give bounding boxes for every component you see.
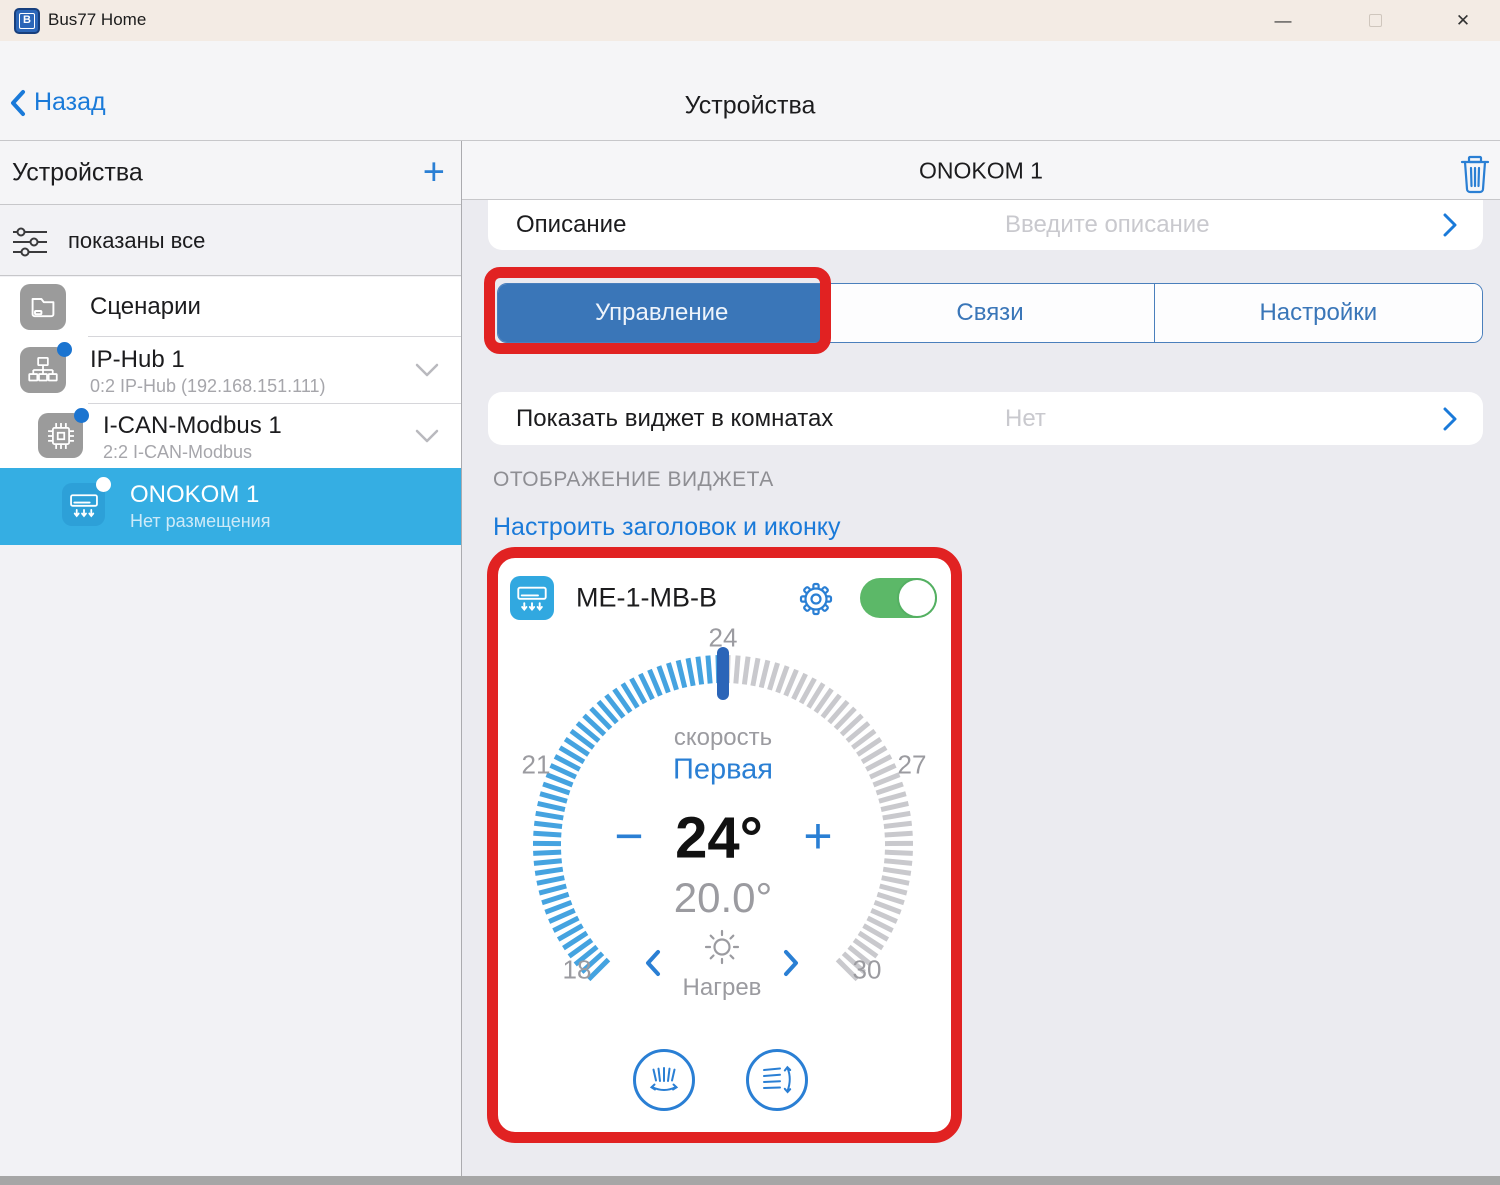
current-temperature: 20.0° [674,874,773,922]
filter-row[interactable]: показаны все [0,206,461,276]
gear-icon[interactable] [797,580,835,618]
folder-icon [20,284,66,330]
mode-label: Нагрев [683,974,762,1002]
window-title: Bus77 Home [48,10,146,30]
section-label: ОТОБРАЖЕНИЕ ВИДЖЕТА [493,468,774,492]
dial-label-30: 30 [853,955,882,986]
description-row[interactable]: Описание Введите описание [488,200,1483,250]
sidebar-item-label: Сценарии [90,293,201,321]
description-label: Описание [516,211,626,239]
air-conditioner-icon [510,576,554,620]
speed-value: Первая [673,754,773,787]
sidebar-item-ip-hub[interactable]: IP-Hub 1 0:2 IP-Hub (192.168.151.111) [0,337,461,404]
app-icon: B [14,8,40,34]
temp-plus-button[interactable]: + [803,811,832,861]
sidebar-header: Устройства + [0,141,461,205]
title-bar: B Bus77 Home — ✕ [0,0,1500,41]
device-name: ME-1-MB-B [576,583,717,614]
tab-settings[interactable]: Настройки [1155,284,1482,342]
sidebar-item-scenarios[interactable]: Сценарии [0,277,461,337]
swing-horizontal-button[interactable] [633,1049,695,1111]
filter-label: показаны все [68,228,205,254]
sidebar-item-label: ONOKOM 1 [130,481,270,509]
sidebar-item-label: IP-Hub 1 [90,346,326,374]
tab-management[interactable]: Управление [498,284,826,342]
panel-title: ONOKOM 1 [919,158,1043,185]
sidebar-title: Устройства [12,159,143,188]
sidebar-item-subtitle: 0:2 IP-Hub (192.168.151.111) [90,376,326,397]
description-placeholder: Введите описание [1005,211,1210,239]
sidebar-item-i-can-modbus[interactable]: I-CAN-Modbus 1 2:2 I-CAN-Modbus [0,404,461,468]
rooms-row[interactable]: Показать виджет в комнатах Нет [488,392,1483,445]
page-title: Устройства [685,92,816,121]
tab-links[interactable]: Связи [826,284,1154,342]
dial-label-24: 24 [709,623,738,654]
swing-horizontal-icon [644,1060,684,1100]
delete-device-button[interactable] [1460,155,1490,195]
back-label: Назад [34,88,106,117]
speed-label: скорость [674,724,772,752]
add-device-button[interactable]: + [423,152,445,195]
sidebar-item-subtitle: 2:2 I-CAN-Modbus [103,442,282,463]
mode-prev-button[interactable] [645,949,661,977]
heat-mode-sun-icon [700,925,744,969]
tab-control: Управление Связи Настройки [497,283,1483,343]
rooms-label: Показать виджет в комнатах [516,405,833,433]
rooms-value: Нет [1005,405,1046,433]
configure-title-icon-link[interactable]: Настроить заголовок и иконку [493,513,840,542]
sidebar: Устройства + показаны все Сценарии IP-Hu… [0,141,462,1176]
dial-label-27: 27 [898,750,927,781]
status-badge [57,342,72,357]
sidebar-item-subtitle: Нет размещения [130,511,270,532]
status-badge [96,477,111,492]
sidebar-item-onokom[interactable]: ONOKOM 1 Нет размещения [0,468,461,545]
filter-icon [12,226,48,258]
setpoint-temperature: 24° [675,805,763,872]
mode-next-button[interactable] [783,949,799,977]
minimize-button[interactable]: — [1260,0,1306,41]
window-bottom-edge [0,1176,1500,1185]
dial-label-21: 21 [522,750,551,781]
sidebar-item-label: I-CAN-Modbus 1 [103,412,282,440]
maximize-button[interactable] [1352,0,1398,41]
chevron-down-icon [415,429,439,443]
chevron-right-icon [1443,213,1457,237]
dial-label-18: 18 [563,955,592,986]
close-button[interactable]: ✕ [1440,0,1486,41]
toggle-knob [897,578,937,618]
power-toggle[interactable] [860,578,937,618]
back-button[interactable]: Назад [10,88,106,117]
swing-vertical-button[interactable] [746,1049,808,1111]
swing-vertical-icon [757,1060,797,1100]
chevron-right-icon [1443,407,1457,431]
chevron-down-icon [415,363,439,377]
maximize-icon [1369,14,1382,27]
back-chevron-icon [10,89,26,117]
temp-minus-button[interactable]: − [614,811,643,861]
status-badge [74,408,89,423]
